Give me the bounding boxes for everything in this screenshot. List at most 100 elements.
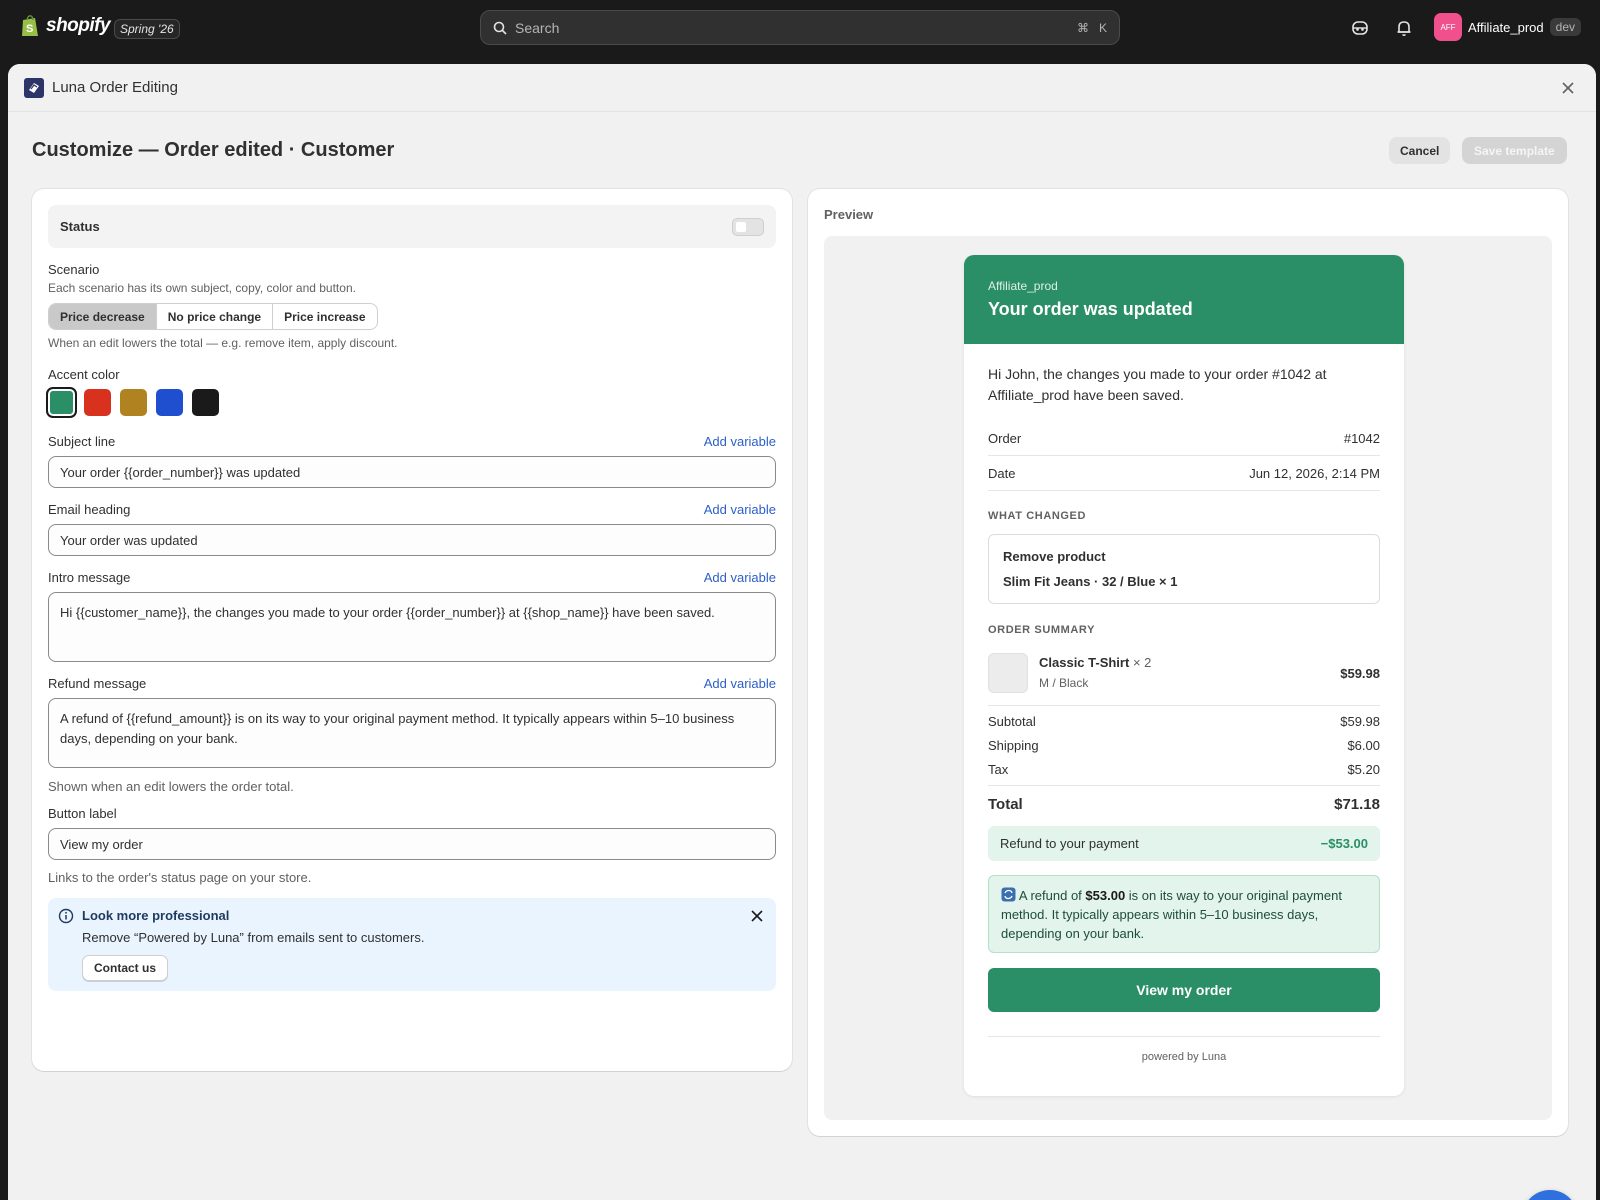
swatch-blue[interactable] (156, 389, 183, 416)
item-quantity: × 2 (1132, 655, 1152, 670)
swatch-black[interactable] (192, 389, 219, 416)
email-header: Affiliate_prod Your order was updated (964, 255, 1404, 344)
intro-add-variable-link[interactable]: Add variable (704, 570, 776, 585)
brand-wordmark: shopify (46, 15, 111, 36)
page-title: Customize — Order edited · Customer (32, 139, 395, 161)
powered-by-footer: powered by Luna (1141, 1051, 1227, 1063)
contact-us-button[interactable]: Contact us (82, 955, 169, 981)
item-name: Classic T-Shirt × 2 (1039, 655, 1151, 670)
search-icon (493, 21, 507, 35)
account-name: Affiliate_prod (1468, 19, 1544, 35)
button-label-input[interactable]: View my order (48, 828, 776, 860)
preview-frame: Affiliate_prod Your order was updated Hi… (824, 236, 1552, 1120)
refund-add-variable-link[interactable]: Add variable (704, 676, 776, 691)
preview-label: Preview (824, 207, 874, 222)
shipping-row: Shipping $6.00 (988, 738, 1380, 753)
tax-label: Tax (988, 762, 1009, 777)
intro-message-label: Intro message (48, 570, 131, 585)
view-order-button[interactable]: View my order (988, 968, 1380, 1012)
swatch-red[interactable] (84, 389, 111, 416)
scenario-price-decrease[interactable]: Price decrease (49, 304, 157, 329)
date-label: Date (988, 466, 1016, 481)
banner-body: Remove “Powered by Luna” from emails sen… (82, 930, 425, 945)
bell-icon[interactable] (1394, 18, 1414, 38)
cancel-button[interactable]: Cancel (1389, 137, 1451, 164)
item-price: $59.98 (1340, 666, 1380, 681)
divider (988, 705, 1380, 706)
status-toggle[interactable] (732, 218, 764, 236)
change-action: Remove product (1003, 549, 1106, 564)
change-item: Slim Fit Jeans · 32 / Blue × 1 (1003, 574, 1178, 589)
divider (988, 1036, 1380, 1037)
refund-label: Refund to your payment (1000, 836, 1139, 851)
shopify-bag-icon: S (22, 15, 38, 36)
refund-cycle-icon (1001, 887, 1016, 902)
total-label: Total (988, 796, 1023, 813)
subject-line-input[interactable]: Your order {{order_number}} was updated (48, 456, 776, 488)
close-icon[interactable] (1560, 80, 1576, 96)
what-changed-heading: WHAT CHANGED (988, 510, 1087, 522)
email-shop-name: Affiliate_prod (988, 279, 1058, 293)
upsell-banner: Look more professional Remove “Powered b… (48, 898, 776, 991)
refund-message-label: Refund message (48, 676, 147, 691)
item-variant: M / Black (1039, 676, 1089, 690)
search-placeholder: Search (515, 19, 560, 36)
shipping-label: Shipping (988, 738, 1039, 753)
email-heading-input[interactable]: Your order was updated (48, 524, 776, 556)
item-title: Classic T-Shirt (1039, 655, 1130, 670)
accent-color-label: Accent color (48, 367, 120, 382)
preview-card: Preview Affiliate_prod Your order was up… (808, 189, 1568, 1136)
settings-card: Status Scenario Each scenario has its ow… (32, 189, 792, 1071)
chat-button[interactable] (1522, 1190, 1578, 1200)
modal-header: Luna Order Editing (8, 64, 1596, 112)
subject-add-variable-link[interactable]: Add variable (704, 434, 776, 449)
scenario-price-increase[interactable]: Price increase (273, 304, 376, 329)
info-icon (58, 908, 74, 924)
swatch-gold[interactable] (120, 389, 147, 416)
email-greeting: Hi John, the changes you made to your or… (988, 366, 1327, 403)
scenario-help: Each scenario has its own subject, copy,… (48, 281, 356, 295)
intro-message-textarea[interactable]: Hi {{customer_name}}, the changes you ma… (48, 592, 776, 662)
account-badge: dev (1549, 18, 1582, 36)
order-value: #1042 (1343, 431, 1380, 446)
edition-badge[interactable]: Spring '26 (114, 19, 180, 39)
dismiss-banner-icon[interactable] (750, 909, 764, 923)
email-heading: Your order was updated (988, 299, 1193, 319)
divider (988, 490, 1380, 491)
search-bar[interactable]: Search ⌘ K (480, 10, 1120, 45)
order-summary-heading: ORDER SUMMARY (988, 624, 1096, 636)
refund-message-help: Shown when an edit lowers the order tota… (48, 779, 294, 794)
sidekick-icon[interactable] (1350, 18, 1370, 38)
line-item: Classic T-Shirt × 2 M / Black $59.98 (988, 653, 1380, 695)
accent-swatches (46, 387, 219, 418)
email-heading-label: Email heading (48, 502, 131, 517)
refund-message-textarea[interactable]: A refund of {{refund_amount}} is on its … (48, 698, 776, 768)
swatch-green[interactable] (46, 387, 77, 418)
subject-line-label: Subject line (48, 434, 116, 449)
date-row: Date Jun 12, 2026, 2:14 PM (988, 466, 1380, 481)
banner-title: Look more professional (82, 908, 230, 923)
tax-row: Tax $5.20 (988, 762, 1380, 777)
subtotal-label: Subtotal (988, 714, 1036, 729)
status-label: Status (60, 219, 100, 234)
email-preview: Affiliate_prod Your order was updated Hi… (964, 255, 1404, 1096)
shopify-logo[interactable]: S shopify (20, 14, 111, 38)
shipping-value: $6.00 (1347, 738, 1380, 753)
subtotal-value: $59.98 (1340, 714, 1380, 729)
scenario-no-price-change[interactable]: No price change (157, 304, 274, 329)
subtotal-row: Subtotal $59.98 (988, 714, 1380, 729)
order-row: Order #1042 (988, 431, 1380, 446)
save-template-button[interactable]: Save template (1462, 137, 1567, 164)
svg-text:S: S (26, 23, 33, 35)
order-label: Order (988, 431, 1022, 446)
tax-value: $5.20 (1347, 762, 1380, 777)
refund-notice: A refund of $53.00 is on its way to your… (988, 875, 1380, 953)
notice-amount: $53.00 (1085, 888, 1126, 903)
account-menu[interactable]: AFF Affiliate_prod dev (1434, 13, 1582, 41)
scenario-label: Scenario (48, 262, 100, 277)
heading-add-variable-link[interactable]: Add variable (704, 502, 776, 517)
avatar: AFF (1434, 13, 1462, 41)
total-row: Total $71.18 (988, 796, 1380, 813)
date-value: Jun 12, 2026, 2:14 PM (1249, 466, 1380, 481)
app-title: Luna Order Editing (52, 79, 178, 96)
